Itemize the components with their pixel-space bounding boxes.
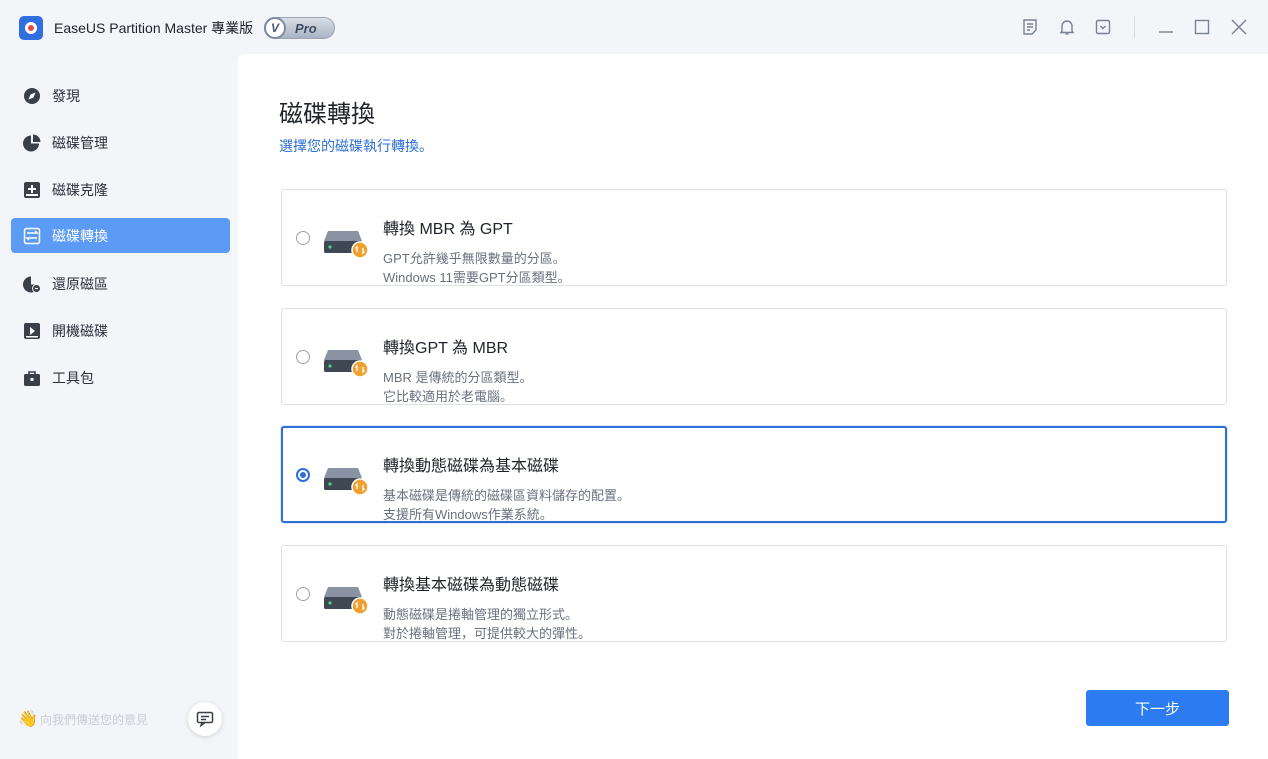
boot-disk-icon bbox=[22, 321, 42, 341]
feedback-text[interactable]: 向我們傳送您的意見 bbox=[40, 711, 148, 728]
maximize-icon[interactable] bbox=[1193, 18, 1211, 36]
badge-pro-text: Pro bbox=[295, 20, 317, 36]
sidebar-item-label: 磁碟轉換 bbox=[52, 227, 108, 244]
sidebar-item-toolkit[interactable]: 工具包 bbox=[11, 360, 230, 395]
sidebar-item-label: 磁碟管理 bbox=[52, 134, 108, 151]
option-basic-to-dynamic[interactable]: 轉換基本磁碟為動態磁碟 動態磁碟是捲軸管理的獨立形式。 對於捲軸管理，可提供較大… bbox=[281, 545, 1227, 642]
app-logo-icon bbox=[19, 16, 43, 40]
sidebar-item-label: 工具包 bbox=[52, 369, 94, 386]
option-title: 轉換基本磁碟為動態磁碟 bbox=[383, 577, 560, 594]
disk-convert-icon bbox=[324, 350, 368, 378]
sidebar-item-discover[interactable]: 發現 bbox=[11, 78, 230, 113]
title-bar: EaseUS Partition Master 專業版 V Pro bbox=[0, 0, 1268, 54]
option-radio[interactable] bbox=[296, 587, 310, 601]
feedback-chat-button[interactable] bbox=[188, 702, 222, 736]
option-radio-selected[interactable] bbox=[296, 468, 310, 482]
page-title: 磁碟轉換 bbox=[279, 101, 375, 128]
pro-badge: V Pro bbox=[264, 17, 335, 39]
option-title: 轉換GPT 為 MBR bbox=[383, 340, 509, 357]
pie-chart-icon bbox=[22, 133, 42, 153]
feedback-area: 👋 向我們傳送您的意見 bbox=[18, 702, 228, 736]
close-icon[interactable] bbox=[1230, 18, 1248, 36]
disk-convert-icon bbox=[324, 231, 368, 259]
waving-hand-icon: 👋 bbox=[18, 711, 38, 728]
sidebar-item-label: 磁碟克隆 bbox=[52, 181, 108, 198]
next-button[interactable]: 下一步 bbox=[1086, 690, 1229, 726]
option-mbr-to-gpt[interactable]: 轉換 MBR 為 GPT GPT允許幾乎無限數量的分區。 Windows 11需… bbox=[281, 189, 1227, 286]
sidebar-item-label: 發現 bbox=[52, 87, 80, 104]
option-description-1: 基本磁碟是傳統的磁碟區資料儲存的配置。 bbox=[383, 488, 631, 503]
minimize-icon[interactable] bbox=[1157, 18, 1175, 36]
titlebar-separator bbox=[1134, 16, 1135, 38]
disk-convert-icon bbox=[324, 587, 368, 615]
badge-v: V bbox=[264, 17, 286, 39]
bell-icon[interactable] bbox=[1058, 18, 1076, 36]
option-description-1: GPT允許幾乎無限數量的分區。 bbox=[383, 251, 566, 266]
option-description-2: 對於捲軸管理，可提供較大的彈性。 bbox=[383, 626, 592, 641]
compass-icon bbox=[22, 86, 42, 106]
chat-icon bbox=[196, 711, 214, 727]
sidebar-item-disk-clone[interactable]: 磁碟克隆 bbox=[11, 172, 230, 207]
option-description-2: 它比較適用於老電腦。 bbox=[383, 389, 514, 404]
option-description-2: Windows 11需要GPT分區類型。 bbox=[383, 270, 571, 285]
sidebar-item-label: 還原磁區 bbox=[52, 275, 108, 292]
sidebar-item-restore-partition[interactable]: 還原磁區 bbox=[11, 266, 230, 301]
option-title: 轉換 MBR 為 GPT bbox=[383, 221, 513, 238]
convert-icon bbox=[22, 226, 42, 246]
option-dynamic-to-basic[interactable]: 轉換動態磁碟為基本磁碟 基本磁碟是傳統的磁碟區資料儲存的配置。 支援所有Wind… bbox=[281, 426, 1227, 523]
recover-icon bbox=[22, 274, 42, 294]
sidebar-item-label: 開機磁碟 bbox=[52, 322, 108, 339]
app-title: EaseUS Partition Master 專業版 bbox=[54, 20, 254, 36]
disk-convert-icon bbox=[324, 468, 368, 496]
sidebar-item-disk-convert[interactable]: 磁碟轉換 bbox=[11, 218, 230, 253]
notes-icon[interactable] bbox=[1021, 18, 1039, 36]
option-gpt-to-mbr[interactable]: 轉換GPT 為 MBR MBR 是傳統的分區類型。 它比較適用於老電腦。 bbox=[281, 308, 1227, 405]
clone-icon bbox=[22, 180, 42, 200]
dropdown-menu-icon[interactable] bbox=[1094, 18, 1112, 36]
option-radio[interactable] bbox=[296, 350, 310, 364]
main-panel: 磁碟轉換 選擇您的磁碟執行轉換。 轉換 MBR 為 GPT GPT允許幾乎無限數… bbox=[238, 54, 1268, 759]
page-subtitle: 選擇您的磁碟執行轉換。 bbox=[279, 138, 433, 154]
toolbox-icon bbox=[22, 368, 42, 388]
sidebar-item-disk-management[interactable]: 磁碟管理 bbox=[11, 125, 230, 160]
option-description-2: 支援所有Windows作業系統。 bbox=[383, 507, 553, 522]
option-radio[interactable] bbox=[296, 231, 310, 245]
sidebar-item-boot-disk[interactable]: 開機磁碟 bbox=[11, 313, 230, 348]
sidebar: 發現 磁碟管理 磁碟克隆 磁碟轉換 還原磁區 開機磁碟 工具包 👋 向我們傳送您… bbox=[0, 54, 238, 759]
option-description-1: MBR 是傳統的分區類型。 bbox=[383, 370, 533, 385]
option-title: 轉換動態磁碟為基本磁碟 bbox=[383, 458, 560, 475]
option-description-1: 動態磁碟是捲軸管理的獨立形式。 bbox=[383, 607, 579, 622]
